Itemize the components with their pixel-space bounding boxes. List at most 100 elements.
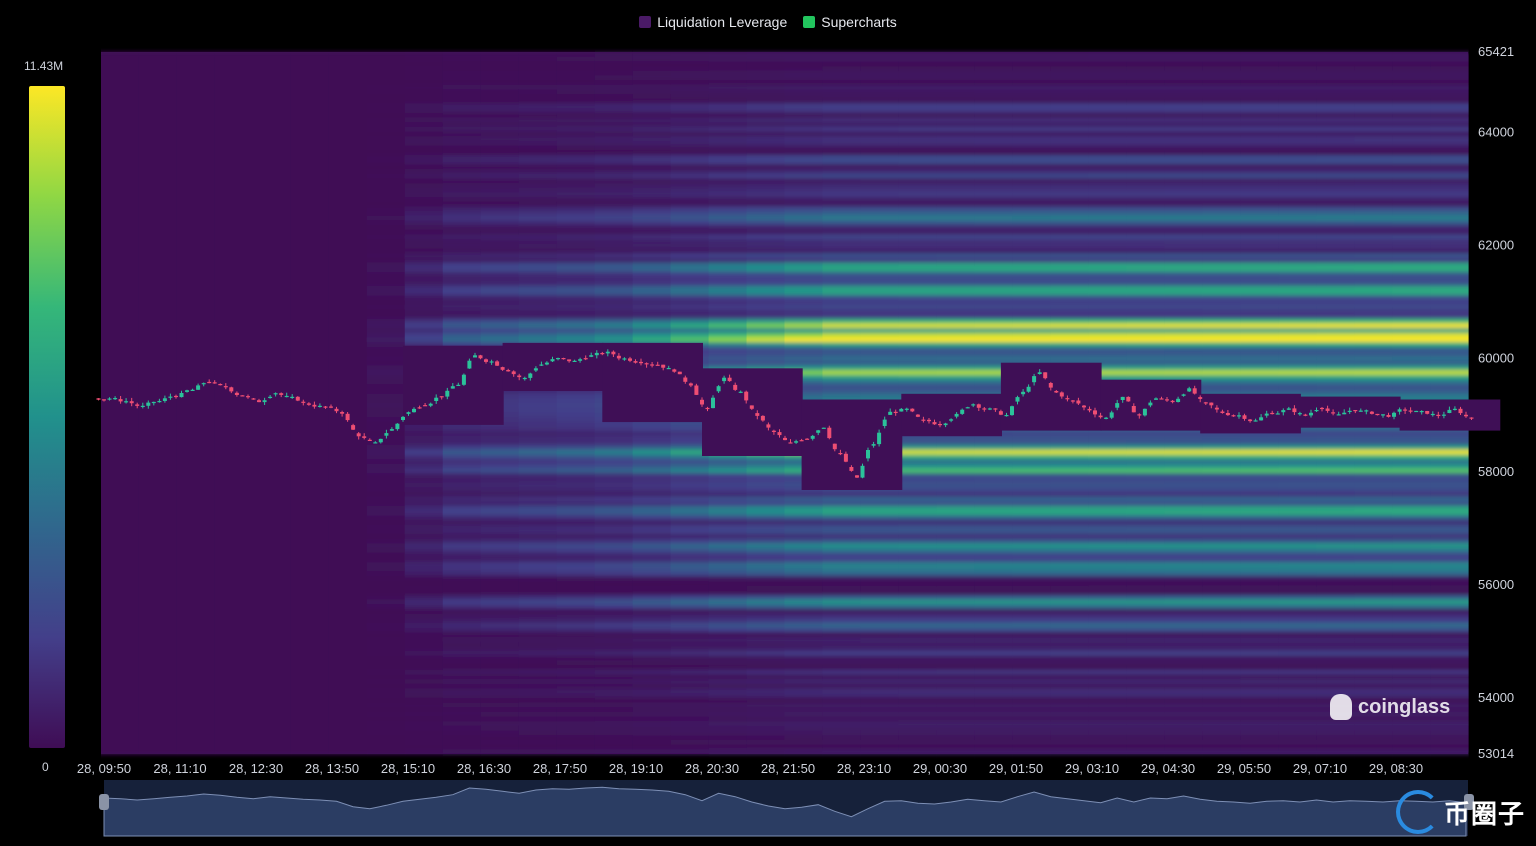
heatmap-cell	[176, 374, 216, 381]
heatmap-cell	[898, 234, 937, 240]
heatmap-cell	[974, 253, 1013, 259]
heatmap-cell	[1012, 201, 1051, 208]
heatmap-cell	[252, 84, 292, 91]
heatmap-cell	[328, 697, 368, 704]
heatmap-cell	[594, 103, 634, 109]
heatmap-cell	[670, 557, 710, 563]
heatmap-cell	[1240, 744, 1279, 750]
heatmap-cell	[1278, 332, 1317, 339]
heatmap-cell	[746, 253, 786, 259]
heatmap-cell	[1050, 454, 1089, 460]
heatmap-cell	[176, 225, 216, 231]
heatmap-cell	[708, 562, 748, 568]
heatmap-cell	[101, 566, 140, 573]
heatmap-cell	[1050, 276, 1089, 282]
heatmap-cell	[936, 187, 975, 193]
heatmap-cell	[1316, 243, 1355, 250]
heatmap-cell	[974, 328, 1013, 334]
heatmap-cell	[632, 749, 672, 755]
heatmap-cell	[366, 688, 406, 694]
heatmap-cell	[556, 641, 596, 647]
heatmap-cell	[784, 674, 824, 680]
heatmap-cell	[556, 332, 596, 339]
heatmap-cell	[480, 552, 520, 559]
heatmap-cell	[708, 622, 748, 629]
heatmap-cell	[1012, 651, 1051, 657]
heatmap-cell	[1012, 608, 1051, 615]
heatmap-cell	[898, 618, 937, 624]
heatmap-cell	[1012, 61, 1051, 67]
heatmap-cell	[1202, 187, 1241, 193]
heatmap-cell	[1088, 454, 1127, 460]
heatmap-cell	[176, 702, 216, 708]
heatmap-cell	[366, 201, 406, 208]
heatmap-cell	[1164, 215, 1203, 222]
heatmap-cell	[101, 534, 140, 540]
heatmap-cell	[594, 140, 634, 147]
heatmap-cell	[898, 594, 937, 601]
heatmap-cell	[252, 140, 292, 147]
heatmap-cell	[936, 211, 975, 217]
heatmap-cell	[1316, 286, 1355, 292]
heatmap-cell	[1202, 482, 1241, 488]
heatmap-cell	[101, 300, 140, 306]
heatmap-cell	[746, 243, 786, 250]
heatmap-cell	[1050, 711, 1089, 718]
heatmap-cell	[822, 356, 862, 362]
heatmap-cell	[290, 445, 330, 451]
heatmap-cell	[404, 262, 444, 268]
heatmap-cell	[480, 131, 520, 137]
heatmap-cell	[480, 257, 520, 264]
heatmap-cell	[1316, 220, 1355, 226]
heatmap-cell	[1202, 538, 1241, 544]
heatmap-cell	[480, 679, 520, 685]
heatmap-cell	[404, 286, 444, 292]
heatmap-cell	[974, 342, 1013, 348]
heatmap-cell	[404, 739, 444, 746]
heatmap-cell	[290, 243, 330, 250]
heatmap-cell	[974, 693, 1013, 699]
heatmap-cell	[1202, 136, 1241, 142]
heatmap-cell	[1012, 501, 1051, 507]
heatmap-cell	[1316, 646, 1355, 652]
heatmap-cell	[480, 651, 520, 657]
heatmap-cell	[1240, 697, 1279, 704]
heatmap-cell	[442, 318, 482, 325]
heatmap-cell	[708, 122, 748, 128]
heatmap-cell	[442, 253, 482, 259]
heatmap-cell	[1202, 674, 1241, 680]
heatmap-cell	[1278, 201, 1317, 208]
heatmap-cell	[822, 501, 862, 507]
heatmap-cell	[822, 552, 862, 559]
heatmap-cell	[860, 491, 900, 498]
heatmap-cell	[366, 248, 406, 254]
heatmap-cell	[898, 669, 937, 676]
heatmap-cell	[138, 304, 178, 310]
heatmap-cell	[480, 585, 520, 591]
heatmap-cell	[252, 674, 292, 680]
heatmap-cell	[518, 262, 558, 268]
heatmap-cell	[670, 173, 710, 179]
heatmap-cell	[1202, 477, 1241, 484]
heatmap-cell	[214, 735, 254, 741]
heatmap-cell	[518, 651, 558, 657]
heatmap-cell	[1240, 459, 1279, 465]
heatmap-cell	[101, 505, 140, 512]
heatmap-cell	[1088, 323, 1127, 329]
heatmap-cell	[1050, 660, 1089, 666]
heatmap-cell	[1050, 140, 1089, 147]
heatmap-cell	[442, 52, 482, 58]
heatmap-cell	[1050, 117, 1089, 123]
heatmap-cell	[1088, 440, 1127, 446]
heatmap-cell	[1316, 669, 1355, 676]
heatmap-cell	[898, 225, 937, 231]
heatmap-cell	[1012, 473, 1051, 479]
heatmap-cell	[1012, 154, 1051, 161]
heatmap-cell	[328, 627, 368, 633]
heatmap-cell	[784, 721, 824, 727]
heatmap-cell	[328, 557, 368, 563]
heatmap-cell	[1126, 286, 1165, 292]
heatmap-cell	[442, 482, 482, 488]
heatmap-cell	[1164, 140, 1203, 147]
heatmap-cell	[1202, 580, 1241, 587]
